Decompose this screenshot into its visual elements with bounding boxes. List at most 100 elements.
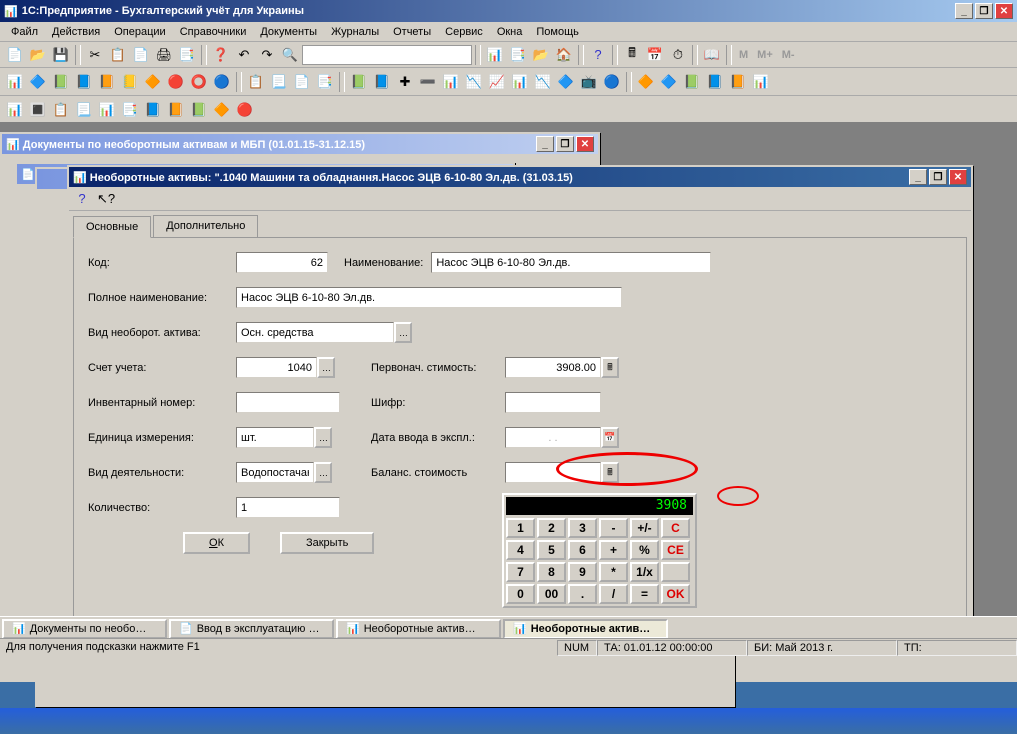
t2-15-icon[interactable]: 📗 [348, 71, 370, 93]
t2-7-icon[interactable]: 🔶 [142, 71, 164, 93]
docs-max-button[interactable]: ❐ [556, 136, 574, 152]
menu-service[interactable]: Сервис [438, 24, 490, 40]
task-entry[interactable]: 📄Ввод в эксплуатацию … [169, 619, 334, 639]
close-button[interactable]: Закрыть [280, 532, 374, 554]
t2-29-icon[interactable]: 📗 [681, 71, 703, 93]
account-input[interactable] [236, 357, 317, 378]
os-taskbar[interactable] [0, 708, 1017, 734]
t2-27-icon[interactable]: 🔶 [635, 71, 657, 93]
close-button[interactable]: ✕ [995, 3, 1013, 19]
asset-cursor-icon[interactable]: ↖? [95, 188, 117, 210]
tab-main[interactable]: Основные [73, 216, 151, 238]
initcost-input[interactable] [505, 357, 601, 378]
t2-23-icon[interactable]: 📉 [532, 71, 554, 93]
t3-3-icon[interactable]: 📋 [50, 99, 72, 121]
calc-key-sign[interactable]: +/- [630, 518, 659, 538]
print-icon[interactable]: 🖨 [153, 44, 175, 66]
t2-10-icon[interactable]: 🔵 [211, 71, 233, 93]
asset-type-input[interactable] [236, 322, 394, 343]
redo-icon[interactable]: ↷ [256, 44, 278, 66]
activity-input[interactable] [236, 462, 314, 483]
menu-file[interactable]: Файл [4, 24, 45, 40]
t2-31-icon[interactable]: 📙 [727, 71, 749, 93]
t3-1-icon[interactable]: 📊 [4, 99, 26, 121]
t2-5-icon[interactable]: 📙 [96, 71, 118, 93]
maximize-button[interactable]: ❐ [975, 3, 993, 19]
preview-icon[interactable]: 📑 [176, 44, 198, 66]
minimize-button[interactable]: _ [955, 3, 973, 19]
tb-icon-b[interactable]: 📑 [507, 44, 529, 66]
menu-operations[interactable]: Операции [107, 24, 172, 40]
t2-13-icon[interactable]: 📄 [291, 71, 313, 93]
calc-key-2[interactable]: 2 [537, 518, 566, 538]
inv-input[interactable] [236, 392, 340, 413]
t2-9-icon[interactable]: ⭕ [188, 71, 210, 93]
m-btn[interactable]: M [735, 49, 752, 61]
asset-close-button[interactable]: ✕ [949, 169, 967, 185]
t2-6-icon[interactable]: 📒 [119, 71, 141, 93]
unit-picker-button[interactable]: … [314, 427, 332, 448]
menu-refs[interactable]: Справочники [173, 24, 254, 40]
name-input[interactable] [431, 252, 711, 273]
asset-title-bar[interactable]: 📊 Необоротные активы: ".1040 Машини та о… [69, 167, 971, 187]
calc2-icon[interactable]: 🖩 [621, 44, 643, 66]
menu-reports[interactable]: Отчеты [386, 24, 438, 40]
menu-help[interactable]: Помощь [529, 24, 586, 40]
t2-26-icon[interactable]: 🔵 [601, 71, 623, 93]
qty-input[interactable] [236, 497, 340, 518]
cal-icon[interactable]: 📅 [644, 44, 666, 66]
calc-key-ok[interactable]: OK [661, 584, 690, 604]
calc-key-7[interactable]: 7 [506, 562, 535, 582]
calc-key-4[interactable]: 4 [506, 540, 535, 560]
t3-9-icon[interactable]: 📗 [188, 99, 210, 121]
menu-windows[interactable]: Окна [490, 24, 530, 40]
t2-8-icon[interactable]: 🔴 [165, 71, 187, 93]
help-icon[interactable]: ❓ [210, 44, 232, 66]
calc-key-8[interactable]: 8 [537, 562, 566, 582]
t2-18-icon[interactable]: ➖ [417, 71, 439, 93]
open-icon[interactable]: 📂 [27, 44, 49, 66]
menu-actions[interactable]: Действия [45, 24, 107, 40]
t2-22-icon[interactable]: 📊 [509, 71, 531, 93]
calc-key-c[interactable]: C [661, 518, 690, 538]
asset-type-picker-button[interactable]: … [394, 322, 412, 343]
calc-key-3[interactable]: 3 [568, 518, 597, 538]
calc-key-mul[interactable]: * [599, 562, 628, 582]
datein-input[interactable] [505, 427, 601, 448]
tab-extra[interactable]: Дополнительно [153, 215, 258, 237]
t3-7-icon[interactable]: 📘 [142, 99, 164, 121]
calc-key-pct[interactable]: % [630, 540, 659, 560]
t2-25-icon[interactable]: 📺 [578, 71, 600, 93]
initcost-calc-button[interactable]: 🖩 [601, 357, 619, 378]
t2-14-icon[interactable]: 📑 [314, 71, 336, 93]
m-minus-btn[interactable]: M- [778, 49, 799, 61]
find-icon[interactable]: 🔍 [279, 44, 301, 66]
t2-11-icon[interactable]: 📋 [245, 71, 267, 93]
t3-8-icon[interactable]: 📙 [165, 99, 187, 121]
t2-20-icon[interactable]: 📉 [463, 71, 485, 93]
tb-icon-d[interactable]: 🏠 [553, 44, 575, 66]
t3-10-icon[interactable]: 🔶 [211, 99, 233, 121]
m-plus-btn[interactable]: M+ [753, 49, 777, 61]
calc-key-inv[interactable]: 1/x [630, 562, 659, 582]
account-picker-button[interactable]: … [317, 357, 335, 378]
asset-help-icon[interactable]: ? [71, 188, 93, 210]
menu-docs[interactable]: Документы [253, 24, 324, 40]
task-assets1[interactable]: 📊Необоротные актив… [336, 619, 501, 639]
docs-min-button[interactable]: _ [536, 136, 554, 152]
balance-calc-button[interactable]: 🖩 [601, 462, 619, 483]
t2-1-icon[interactable]: 📊 [4, 71, 26, 93]
t2-17-icon[interactable]: ✚ [394, 71, 416, 93]
asset-min-button[interactable]: _ [909, 169, 927, 185]
save-icon[interactable]: 💾 [50, 44, 72, 66]
t3-11-icon[interactable]: 🔴 [234, 99, 256, 121]
task-docs[interactable]: 📊Документы по необо… [2, 619, 167, 639]
cut-icon[interactable]: ✂ [84, 44, 106, 66]
t2-12-icon[interactable]: 📃 [268, 71, 290, 93]
menu-journals[interactable]: Журналы [324, 24, 386, 40]
t2-28-icon[interactable]: 🔷 [658, 71, 680, 93]
cipher-input[interactable] [505, 392, 601, 413]
t2-4-icon[interactable]: 📘 [73, 71, 95, 93]
unit-input[interactable] [236, 427, 314, 448]
calc-key-eq[interactable]: = [630, 584, 659, 604]
